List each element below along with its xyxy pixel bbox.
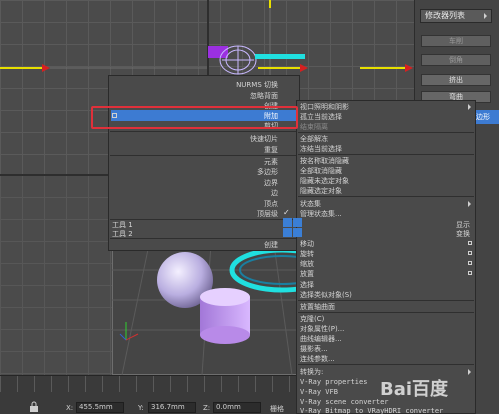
torus-top-view xyxy=(255,54,305,59)
menu-item-object-properties[interactable]: 对象属性(P)... xyxy=(300,324,470,334)
dropdown-arrow-icon xyxy=(484,13,487,19)
quad-handle-tl[interactable] xyxy=(283,218,292,227)
menu-separator xyxy=(298,364,474,365)
z-coord-field[interactable]: 0.0mm xyxy=(213,402,261,413)
menu-item-manage-state-sets[interactable]: 管理状态集... xyxy=(300,209,470,219)
highlight-annotation-box xyxy=(91,106,298,129)
menu-item-unhide-by-name[interactable]: 按名称取消隐藏 xyxy=(300,156,470,166)
modifier-button-lathe[interactable]: 车削 xyxy=(421,35,491,47)
submenu-arrow-icon xyxy=(468,104,471,110)
menu-item-move[interactable]: 移动 xyxy=(300,239,470,249)
perspective-scene xyxy=(112,230,300,375)
menu-separator xyxy=(298,312,474,313)
selected-object-wireframe xyxy=(208,45,257,75)
rotate-settings-icon[interactable] xyxy=(468,251,472,255)
menu-separator xyxy=(110,155,296,156)
menu-item-quick-slice[interactable]: 快速切片 xyxy=(108,134,278,144)
menu-item-vray-bitmap-converter[interactable]: V-Ray Bitmap to VRayHDRI converter xyxy=(300,406,476,414)
modifier-stack-item[interactable]: 边形 xyxy=(474,110,499,124)
watermark-logo: Bai百度 xyxy=(380,379,449,400)
menu-item-place[interactable]: 放置 xyxy=(300,269,470,279)
menu-item-hide-selection[interactable]: 隐藏选定对象 xyxy=(300,186,470,196)
menu-item-isolate-selection[interactable]: 孤立当前选择 xyxy=(300,112,470,122)
menu-separator xyxy=(110,238,296,239)
menu-separator xyxy=(110,131,296,132)
menu-item-vertex[interactable]: 顶点 xyxy=(108,199,278,209)
menu-item-select[interactable]: 选择 xyxy=(300,280,470,290)
check-icon: ✓ xyxy=(283,208,290,217)
y-coord-label: Y: xyxy=(138,404,144,412)
quad-handle-bl[interactable] xyxy=(283,228,292,237)
x-coord-field[interactable]: 455.5mm xyxy=(76,402,124,413)
menu-separator xyxy=(110,219,296,220)
menu-item-state-sets[interactable]: 状态集 xyxy=(300,199,470,209)
x-coord-label: X: xyxy=(66,404,74,412)
modifier-button-extrude[interactable]: 挤出 xyxy=(421,74,491,86)
menu-item-dope-sheet[interactable]: 摄影表... xyxy=(300,344,470,354)
menu-item-element[interactable]: 元素 xyxy=(108,157,278,167)
menu-item-clone[interactable]: 克隆(C) xyxy=(300,314,470,324)
z-coord-label: Z: xyxy=(203,404,211,412)
quad-handle-br[interactable] xyxy=(293,228,302,237)
menu-item-curve-editor[interactable]: 曲线编辑器... xyxy=(300,334,470,344)
move-settings-icon[interactable] xyxy=(468,241,472,245)
modifier-button-bevel[interactable]: 倒角 xyxy=(421,54,491,66)
menu-item-select-similar[interactable]: 选择类似对象(S) xyxy=(300,290,470,300)
menu-item-unhide-all[interactable]: 全部取消隐藏 xyxy=(300,166,470,176)
menu-item-unfreeze-all[interactable]: 全部解冻 xyxy=(300,134,470,144)
scale-settings-icon[interactable] xyxy=(468,261,472,265)
menu-item-create-bottom[interactable]: 创建 xyxy=(108,240,278,250)
menu-separator xyxy=(298,196,474,197)
x-axis-arrow xyxy=(42,64,50,72)
menu-item-edge[interactable]: 边 xyxy=(108,188,278,198)
grid-label: 栅格 xyxy=(270,405,284,413)
place-settings-icon[interactable] xyxy=(468,271,472,275)
menu-separator xyxy=(298,132,474,133)
menu-item-rotate[interactable]: 旋转 xyxy=(300,249,470,259)
lock-icon[interactable] xyxy=(28,401,40,413)
menu-item-freeze-selection[interactable]: 冻结当前选择 xyxy=(300,144,470,154)
menu-item-polygon[interactable]: 多边形 xyxy=(108,167,278,177)
y-coord-field[interactable]: 316.7mm xyxy=(148,402,196,413)
menu-separator xyxy=(298,300,474,301)
quad-handle-tr[interactable] xyxy=(293,218,302,227)
cylinder-object xyxy=(200,288,250,344)
menu-item-nurms-toggle[interactable]: NURMS 切换 xyxy=(108,80,278,90)
transform-label: 变换 xyxy=(456,230,470,238)
menu-item-repeat[interactable]: 重复 xyxy=(108,145,278,155)
menu-separator xyxy=(298,154,474,155)
menu-item-viewport-lighting[interactable]: 视口照明和阴影 xyxy=(300,102,470,112)
menu-item-top-level[interactable]: 顶层级 xyxy=(108,209,278,219)
menu-item-ignore-backfacing[interactable]: 忽略背面 xyxy=(108,91,278,101)
submenu-arrow-icon xyxy=(468,201,471,207)
menu-item-border[interactable]: 边界 xyxy=(108,178,278,188)
menu-item-place-pivot-surface[interactable]: 放置轴曲面 xyxy=(300,302,470,312)
menu-item-scale[interactable]: 缩放 xyxy=(300,259,470,269)
modifier-list-dropdown[interactable]: 修改器列表 xyxy=(420,9,492,23)
menu-item-end-isolate[interactable]: 结束隔离 xyxy=(300,122,470,132)
menu-item-hide-unselected[interactable]: 隐藏未选定对象 xyxy=(300,176,470,186)
menu-item-wire-parameters[interactable]: 连线参数... xyxy=(300,354,470,364)
